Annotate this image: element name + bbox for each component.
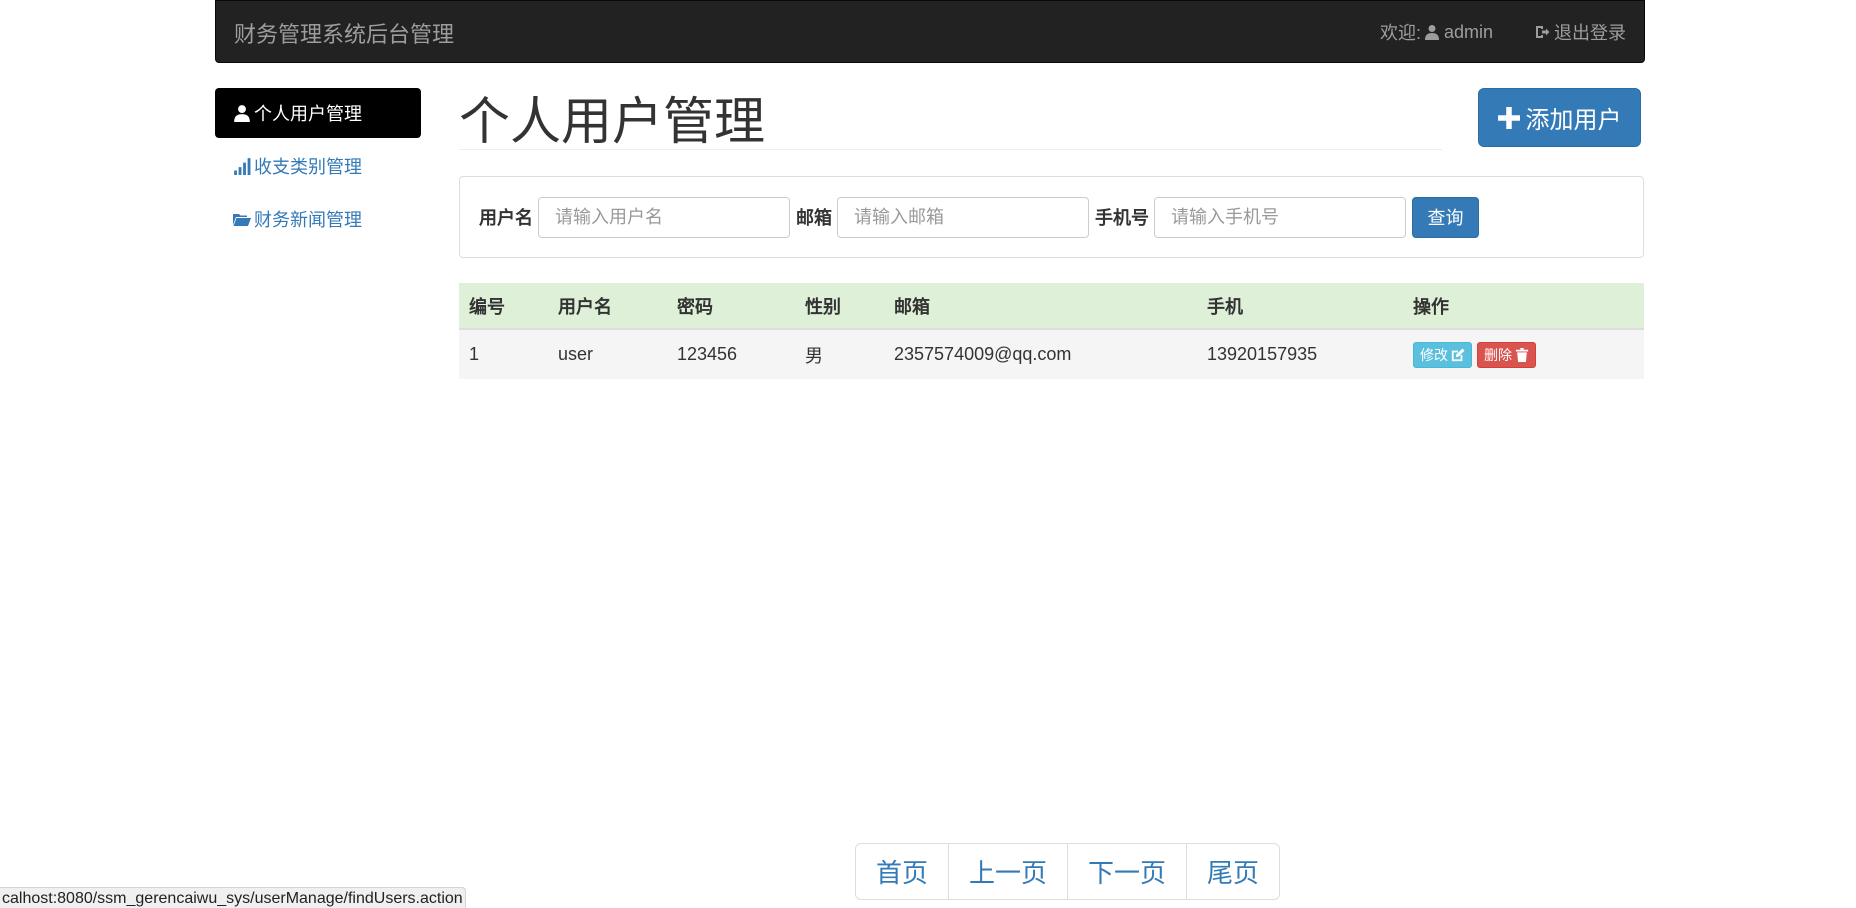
edit-icon [1451, 347, 1465, 361]
row-actions: 修改 删除 [1413, 330, 1634, 379]
search-form: 用户名 邮箱 手机号 查询 [459, 176, 1644, 258]
phone-label: 手机号 [1095, 208, 1149, 228]
email-label: 邮箱 [796, 208, 832, 228]
sidebar-item-personal-users[interactable]: 个人用户管理 [215, 88, 421, 138]
edit-button[interactable]: 修改 [1413, 341, 1472, 368]
edit-label: 修改 [1420, 346, 1448, 363]
column-header-phone: 手机 [1197, 283, 1403, 330]
cell-gender: 男 [795, 329, 884, 379]
current-username: admin [1443, 21, 1493, 42]
logout-label: 退出登录 [1554, 23, 1626, 43]
cell-id: 1 [459, 329, 548, 379]
page-next-link[interactable]: 下一页 [1067, 843, 1188, 900]
page-title: 个人用户管理 [459, 93, 766, 150]
add-user-label: 添加用户 [1525, 107, 1622, 134]
welcome-label: 欢迎: [1379, 23, 1421, 43]
cell-username: user [548, 329, 667, 379]
sidebar-item-label: 个人用户管理 [254, 104, 362, 124]
sidebar-item-label: 收支类别管理 [254, 157, 362, 177]
cell-phone: 13920157935 [1197, 329, 1403, 379]
signal-icon [234, 158, 251, 175]
username-search-input[interactable] [538, 196, 790, 238]
user-icon [1424, 25, 1439, 40]
page-first-link[interactable]: 首页 [855, 843, 950, 900]
plus-icon [1497, 106, 1520, 129]
column-header-gender: 性别 [795, 283, 884, 330]
folder-open-icon [233, 214, 251, 226]
logout-link[interactable]: 退出登录 [1531, 19, 1626, 45]
top-navbar: 财务管理系统后台管理 欢迎: admin 退出登录 [215, 0, 1645, 63]
table-header-row: 编号 用户名 密码 性别 邮箱 手机 操作 [459, 283, 1644, 330]
sidebar-item-finance-news[interactable]: 财务新闻管理 [215, 194, 421, 244]
phone-search-input[interactable] [1154, 196, 1406, 238]
username-label: 用户名 [479, 208, 533, 228]
column-header-email: 邮箱 [884, 283, 1197, 330]
user-icon [234, 105, 250, 122]
column-header-username: 用户名 [548, 283, 667, 330]
column-header-actions: 操作 [1403, 283, 1644, 330]
page-last-link[interactable]: 尾页 [1186, 843, 1281, 900]
sidebar-nav: 个人用户管理 收支类别管理 财务新闻管理 [215, 88, 421, 247]
column-header-password: 密码 [667, 283, 795, 330]
column-header-id: 编号 [459, 283, 548, 330]
navbar-brand[interactable]: 财务管理系统后台管理 [234, 17, 454, 49]
header-divider [459, 149, 1442, 150]
delete-button[interactable]: 删除 [1477, 341, 1536, 368]
search-button[interactable]: 查询 [1412, 196, 1479, 238]
delete-label: 删除 [1484, 346, 1512, 363]
log-out-icon [1536, 26, 1550, 38]
navbar-right: 欢迎: admin 退出登录 [1380, 19, 1626, 45]
cell-password: 123456 [667, 329, 795, 379]
email-search-input[interactable] [837, 196, 1089, 238]
browser-status-bar: calhost:8080/ssm_gerencaiwu_sys/userMana… [0, 887, 466, 908]
sidebar-item-income-categories[interactable]: 收支类别管理 [215, 141, 421, 191]
table-row: 1 user 123456 男 2357574009@qq.com 139201… [459, 329, 1644, 379]
sidebar-item-label: 财务新闻管理 [254, 210, 362, 230]
pagination: 首页 上一页 下一页 尾页 [855, 843, 1281, 900]
add-user-button[interactable]: 添加用户 [1478, 88, 1641, 147]
cell-actions: 修改 删除 [1403, 329, 1644, 379]
page-prev-link[interactable]: 上一页 [948, 843, 1069, 900]
cell-email: 2357574009@qq.com [884, 329, 1197, 379]
welcome-text: 欢迎: admin [1380, 19, 1493, 45]
trash-icon [1515, 347, 1529, 362]
users-table: 编号 用户名 密码 性别 邮箱 手机 操作 1 user 123456 男 23… [459, 283, 1644, 379]
